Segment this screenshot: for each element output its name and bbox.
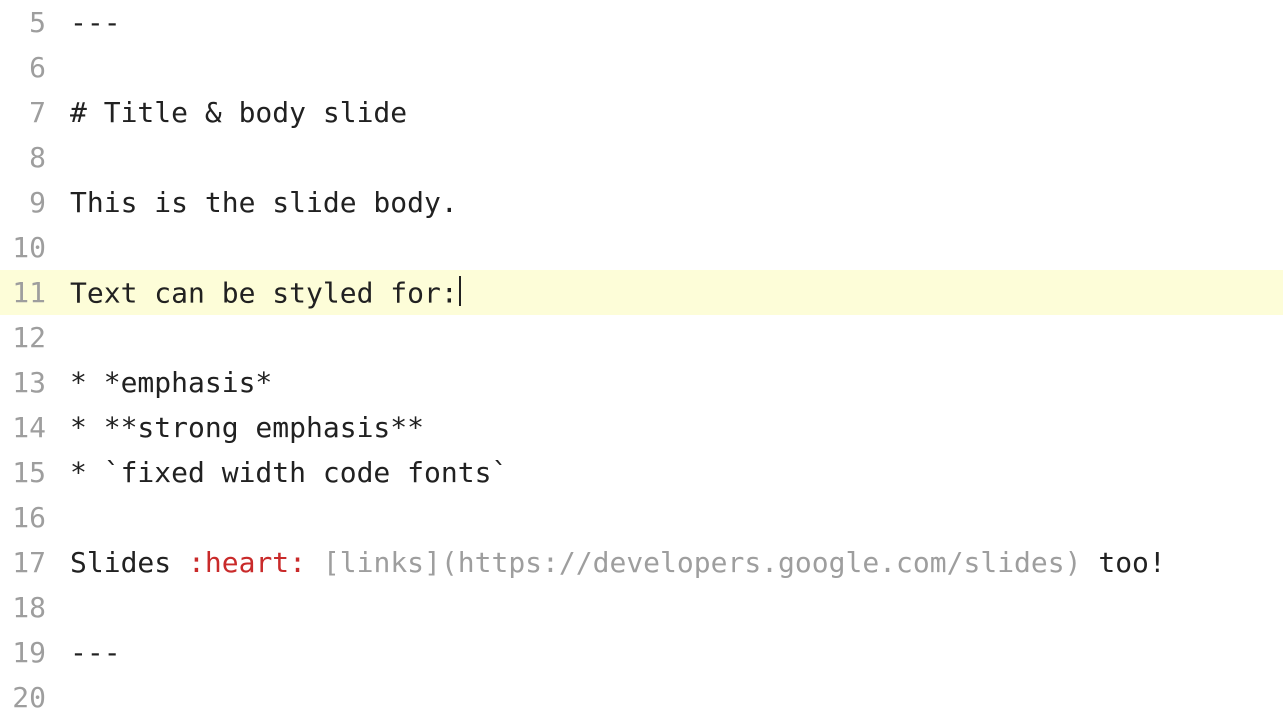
code-content[interactable]: --- bbox=[70, 636, 1283, 669]
code-token: * **strong emphasis** bbox=[70, 411, 424, 444]
line-number: 18 bbox=[0, 591, 70, 624]
code-line[interactable]: 12 bbox=[0, 315, 1283, 360]
code-content[interactable]: * `fixed width code fonts` bbox=[70, 456, 1283, 489]
code-line[interactable]: 19--- bbox=[0, 630, 1283, 675]
code-token: too! bbox=[1081, 546, 1165, 579]
line-number: 10 bbox=[0, 231, 70, 264]
code-token: This is the slide body. bbox=[70, 186, 458, 219]
code-token: --- bbox=[70, 6, 121, 39]
code-content[interactable]: Slides :heart: [links](https://developer… bbox=[70, 546, 1283, 579]
line-number: 12 bbox=[0, 321, 70, 354]
code-token: # Title & body slide bbox=[70, 96, 407, 129]
line-number: 13 bbox=[0, 366, 70, 399]
code-token: * `fixed width code fonts` bbox=[70, 456, 508, 489]
code-token: Text can be styled for: bbox=[70, 276, 458, 309]
line-number: 11 bbox=[0, 276, 70, 309]
line-number: 16 bbox=[0, 501, 70, 534]
line-number: 17 bbox=[0, 546, 70, 579]
code-token: :heart: bbox=[188, 546, 306, 579]
code-content[interactable]: This is the slide body. bbox=[70, 186, 1283, 219]
line-number: 19 bbox=[0, 636, 70, 669]
code-content[interactable]: # Title & body slide bbox=[70, 96, 1283, 129]
code-content[interactable]: --- bbox=[70, 6, 1283, 39]
code-line[interactable]: 10 bbox=[0, 225, 1283, 270]
code-token: Slides bbox=[70, 546, 188, 579]
code-content[interactable]: Text can be styled for: bbox=[70, 276, 1283, 310]
code-line[interactable]: 7# Title & body slide bbox=[0, 90, 1283, 135]
code-content[interactable]: * **strong emphasis** bbox=[70, 411, 1283, 444]
code-token bbox=[306, 546, 323, 579]
line-number: 20 bbox=[0, 681, 70, 714]
code-line[interactable]: 13* *emphasis* bbox=[0, 360, 1283, 405]
code-token: [links](https://developers.google.com/sl… bbox=[323, 546, 1082, 579]
code-line[interactable]: 5--- bbox=[0, 0, 1283, 45]
text-cursor bbox=[459, 276, 461, 307]
code-line[interactable]: 18 bbox=[0, 585, 1283, 630]
code-editor[interactable]: 5---67# Title & body slide89This is the … bbox=[0, 0, 1283, 720]
code-line[interactable]: 16 bbox=[0, 495, 1283, 540]
line-number: 7 bbox=[0, 96, 70, 129]
line-number: 8 bbox=[0, 141, 70, 174]
code-line[interactable]: 17Slides :heart: [links](https://develop… bbox=[0, 540, 1283, 585]
code-token: * *emphasis* bbox=[70, 366, 272, 399]
line-number: 6 bbox=[0, 51, 70, 84]
line-number: 15 bbox=[0, 456, 70, 489]
line-number: 14 bbox=[0, 411, 70, 444]
code-line[interactable]: 11Text can be styled for: bbox=[0, 270, 1283, 315]
code-content[interactable]: * *emphasis* bbox=[70, 366, 1283, 399]
code-line[interactable]: 9This is the slide body. bbox=[0, 180, 1283, 225]
code-line[interactable]: 14* **strong emphasis** bbox=[0, 405, 1283, 450]
code-line[interactable]: 8 bbox=[0, 135, 1283, 180]
code-line[interactable]: 6 bbox=[0, 45, 1283, 90]
code-line[interactable]: 20 bbox=[0, 675, 1283, 720]
code-line[interactable]: 15* `fixed width code fonts` bbox=[0, 450, 1283, 495]
line-number: 5 bbox=[0, 6, 70, 39]
code-token: --- bbox=[70, 636, 121, 669]
line-number: 9 bbox=[0, 186, 70, 219]
